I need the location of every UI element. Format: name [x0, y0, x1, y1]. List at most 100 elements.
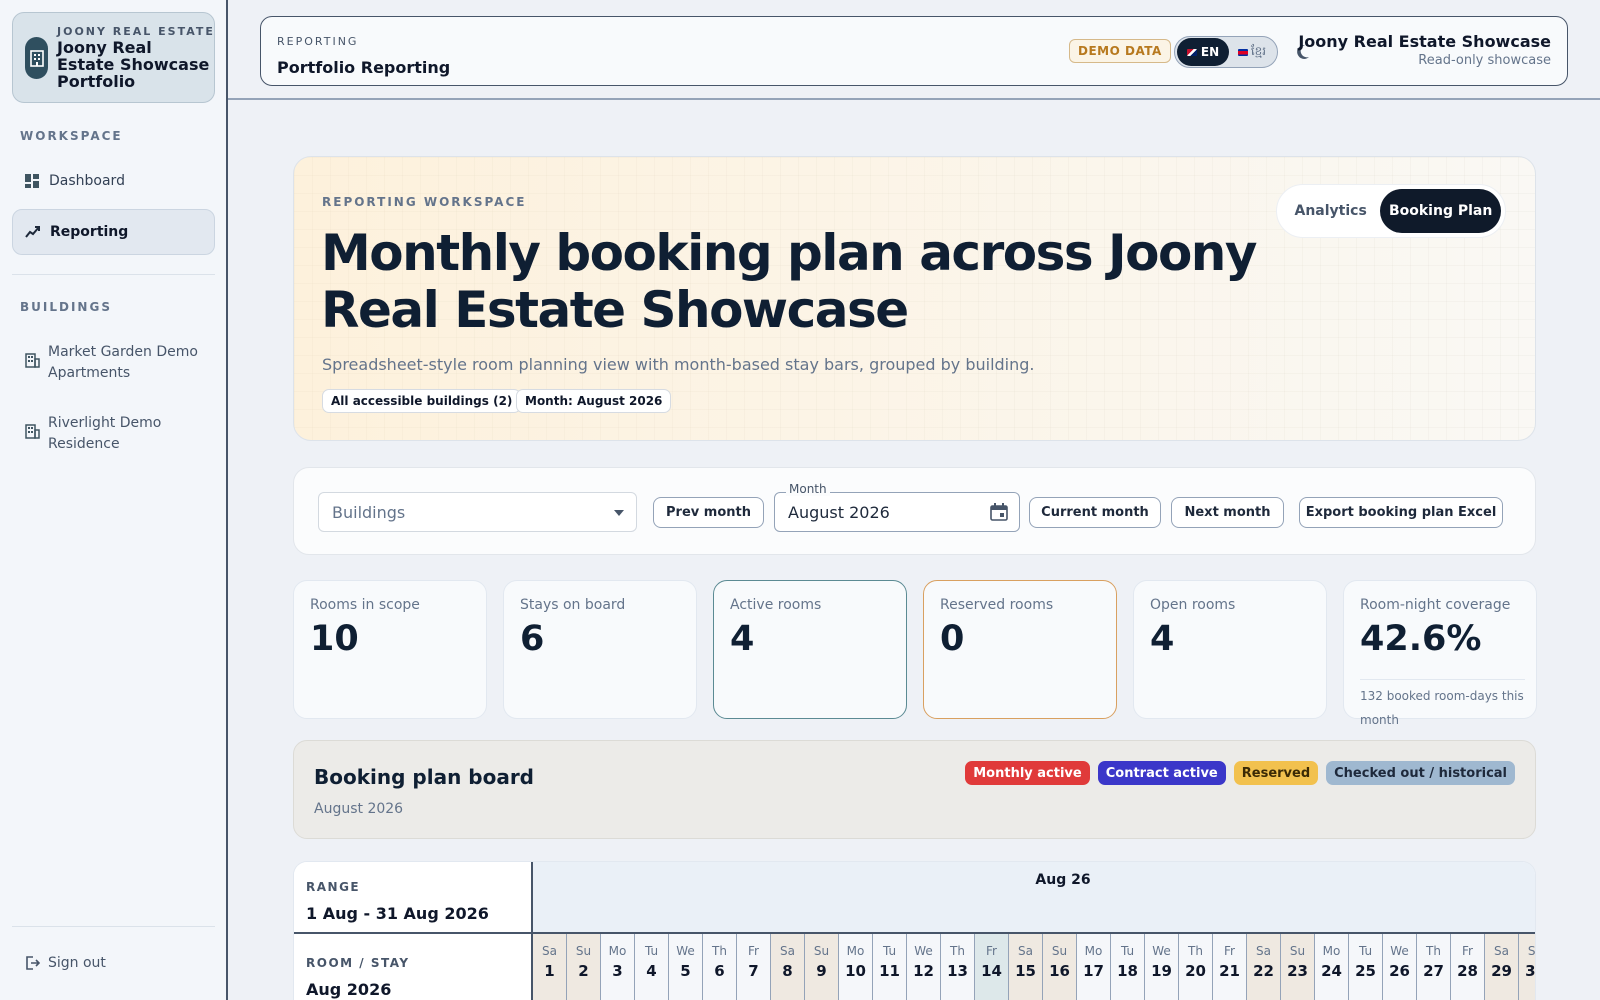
day-number: 3	[612, 962, 623, 980]
dashboard-icon	[25, 174, 39, 188]
day-name: Tu	[1120, 944, 1135, 958]
day-name: We	[1152, 944, 1171, 958]
export-excel-button[interactable]: Export booking plan Excel	[1299, 497, 1503, 528]
day-column: Sa 22	[1247, 934, 1281, 1000]
sidebar-item-market-garden[interactable]: Market Garden Demo Apartments	[24, 342, 214, 384]
day-columns: Sa 1 Su 2 Mo 3 Tu 4 We 5 Th 6 Fr 7 Sa 8 Su 9 Mo 10 Tu 11 We 12 T…	[533, 934, 1536, 1000]
hero-kicker: REPORTING WORKSPACE	[322, 195, 527, 209]
range-cell: RANGE 1 Aug - 31 Aug 2026	[294, 862, 533, 934]
stat-label: Room-night coverage	[1360, 597, 1511, 613]
sidebar-item-riverlight[interactable]: Riverlight Demo Residence	[24, 413, 214, 455]
brand-card[interactable]: JOONY REAL ESTATE Joony Real Estate Show…	[12, 12, 215, 103]
booking-grid: RANGE 1 Aug - 31 Aug 2026 ROOM / STAY Au…	[293, 861, 1536, 1000]
legend-checked-out: Checked out / historical	[1326, 761, 1515, 785]
day-column: Mo 10	[839, 934, 873, 1000]
prev-month-button[interactable]: Prev month	[653, 497, 764, 528]
range-value: 1 Aug - 31 Aug 2026	[306, 904, 489, 923]
building-logo-icon	[25, 37, 48, 79]
day-column: We 5	[669, 934, 703, 1000]
day-number: 25	[1355, 962, 1376, 980]
page-title: Portfolio Reporting	[277, 58, 451, 77]
board-title: Booking plan board	[314, 765, 534, 789]
room-kicker: ROOM / STAY	[306, 956, 410, 970]
buildings-select[interactable]: Buildings	[318, 492, 637, 532]
day-number: 16	[1049, 962, 1070, 980]
day-number: 18	[1117, 962, 1138, 980]
lang-en-option[interactable]: EN	[1177, 38, 1229, 66]
day-number: 7	[748, 962, 759, 980]
day-column: Fr 21	[1213, 934, 1247, 1000]
day-number: 2	[578, 962, 589, 980]
day-number: 23	[1287, 962, 1308, 980]
nav-item-label: Reporting	[50, 224, 129, 240]
next-month-button[interactable]: Next month	[1171, 497, 1284, 528]
legend-monthly-active: Monthly active	[965, 761, 1090, 785]
language-toggle[interactable]: EN ខ្មែរ	[1174, 36, 1278, 68]
tab-booking-plan[interactable]: Booking Plan	[1380, 189, 1501, 233]
stat-label: Stays on board	[520, 597, 626, 613]
day-column: Th 13	[941, 934, 975, 1000]
month-header: Aug 26	[533, 862, 1535, 934]
month-input[interactable]: August 2026	[774, 492, 1020, 532]
day-column: Tu 4	[635, 934, 669, 1000]
uk-flag-icon	[1186, 48, 1197, 56]
day-number: 12	[913, 962, 934, 980]
sign-out-button[interactable]: Sign out	[24, 955, 106, 971]
sign-out-icon	[26, 956, 40, 970]
buildings-heading: BUILDINGS	[20, 300, 112, 314]
day-column: Sa 15	[1009, 934, 1043, 1000]
day-name: Mo	[1322, 944, 1341, 958]
building-icon	[25, 353, 40, 368]
day-column: We 26	[1383, 934, 1417, 1000]
stat-value: 42.6%	[1360, 619, 1482, 659]
legend: Monthly active Contract active Reserved …	[965, 761, 1515, 785]
sign-out-label: Sign out	[48, 955, 106, 971]
nav-item-dashboard[interactable]: Dashboard	[12, 158, 215, 204]
calendar-icon[interactable]	[989, 502, 1009, 522]
building-icon	[25, 424, 40, 439]
day-number: 10	[845, 962, 866, 980]
nav-item-reporting[interactable]: Reporting	[12, 209, 215, 255]
day-column: Sa 29	[1485, 934, 1519, 1000]
tab-analytics[interactable]: Analytics	[1281, 189, 1380, 233]
day-column: Sa 1	[533, 934, 567, 1000]
day-number: 27	[1423, 962, 1444, 980]
lang-en-label: EN	[1200, 45, 1220, 59]
stat-card-reserved-rooms: Reserved rooms 0	[923, 580, 1117, 719]
day-name: Th	[1426, 944, 1441, 958]
day-name: Th	[950, 944, 965, 958]
stat-value: 4	[730, 619, 755, 659]
day-name: Su	[1527, 944, 1536, 958]
day-name: Tu	[1358, 944, 1373, 958]
filter-toolbar: Buildings Prev month August 2026 Month C…	[293, 467, 1536, 555]
day-name: Sa	[1256, 944, 1271, 958]
org-subtitle: Read-only showcase	[1418, 53, 1551, 68]
demo-data-badge: DEMO DATA	[1069, 39, 1171, 63]
stat-label: Rooms in scope	[310, 597, 420, 613]
day-name: Mo	[1084, 944, 1103, 958]
day-number: 26	[1389, 962, 1410, 980]
day-name: Sa	[1494, 944, 1509, 958]
lang-km-option[interactable]: ខ្មែរ	[1229, 43, 1275, 61]
day-name: Th	[712, 944, 727, 958]
day-name: Su	[1051, 944, 1068, 958]
building-label: Riverlight Demo Residence	[48, 415, 162, 452]
view-switcher: Analytics Booking Plan	[1276, 184, 1506, 238]
stat-card-active-rooms: Active rooms 4	[713, 580, 907, 719]
nav-item-label: Dashboard	[49, 173, 125, 189]
day-number: 13	[947, 962, 968, 980]
day-column: Tu 11	[873, 934, 907, 1000]
cambodia-flag-icon	[1237, 48, 1248, 56]
current-month-button[interactable]: Current month	[1029, 497, 1161, 528]
header-divider	[228, 98, 1600, 100]
day-name: We	[676, 944, 695, 958]
day-number: 30	[1525, 962, 1536, 980]
day-number: 15	[1015, 962, 1036, 980]
day-column: Fr 28	[1451, 934, 1485, 1000]
chart-line-icon	[25, 226, 40, 238]
day-name: We	[914, 944, 933, 958]
day-column: Sa 8	[771, 934, 805, 1000]
day-column: Tu 25	[1349, 934, 1383, 1000]
day-column: Mo 3	[601, 934, 635, 1000]
stat-card-stays-on-board: Stays on board 6	[503, 580, 697, 719]
